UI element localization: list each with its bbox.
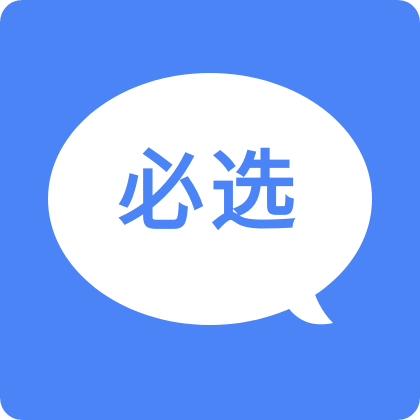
bubble-label: 必选 bbox=[118, 142, 302, 242]
app-icon[interactable]: 必选 bbox=[0, 0, 420, 420]
